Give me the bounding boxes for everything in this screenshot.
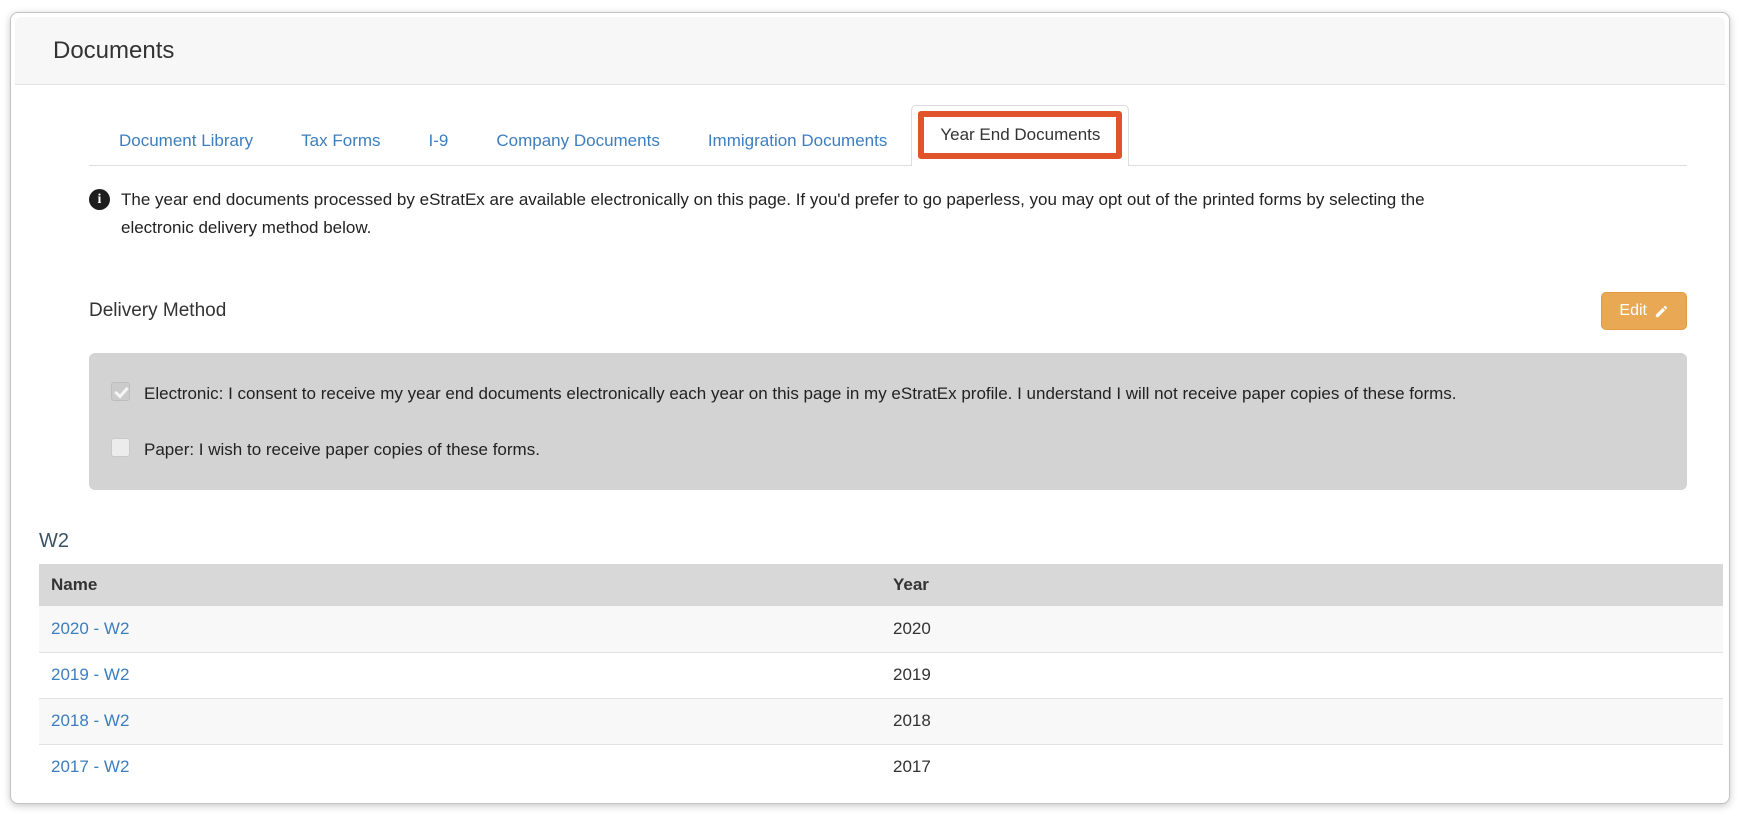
panel-header: Documents <box>15 17 1725 85</box>
tab-label: Tax Forms <box>301 131 380 150</box>
electronic-option: Electronic: I consent to receive my year… <box>111 379 1665 408</box>
tab-immigration-documents[interactable]: Immigration Documents <box>684 117 912 165</box>
w2-document-link[interactable]: 2019 - W2 <box>51 665 129 684</box>
annotation-highlight-box: Year End Documents <box>918 111 1122 159</box>
tab-label: Company Documents <box>496 131 659 150</box>
edit-button-label: Edit <box>1619 302 1647 320</box>
page-title: Documents <box>53 37 174 65</box>
paper-option: Paper: I wish to receive paper copies of… <box>111 435 1665 464</box>
edit-pencil-icon <box>1654 304 1669 319</box>
tab-label: I-9 <box>429 131 449 150</box>
column-header-year: Year <box>881 564 1723 606</box>
info-text: The year end documents processed by eStr… <box>121 186 1466 242</box>
tab-year-end-documents[interactable]: Year End Documents <box>911 105 1129 166</box>
w2-year-cell: 2019 <box>881 652 1723 698</box>
column-header-name: Name <box>39 564 881 606</box>
w2-year-cell: 2017 <box>881 744 1723 790</box>
table-header-row: Name Year <box>39 564 1723 606</box>
paper-checkbox[interactable] <box>111 438 130 457</box>
tab-bar: Document Library Tax Forms I-9 Company D… <box>89 105 1687 166</box>
tab-company-documents[interactable]: Company Documents <box>472 117 683 165</box>
table-row: 2017 - W2 2017 <box>39 744 1723 790</box>
w2-year-cell: 2018 <box>881 698 1723 744</box>
tab-document-library[interactable]: Document Library <box>95 117 277 165</box>
table-row: 2019 - W2 2019 <box>39 652 1723 698</box>
w2-year-cell: 2020 <box>881 606 1723 652</box>
paper-option-label: Paper: I wish to receive paper copies of… <box>144 435 540 464</box>
tab-label: Immigration Documents <box>708 131 888 150</box>
w2-document-link[interactable]: 2018 - W2 <box>51 711 129 730</box>
delivery-method-row: Delivery Method Edit <box>89 292 1687 330</box>
w2-table: Name Year 2020 - W2 2020 2019 - W2 2019 … <box>39 564 1723 790</box>
w2-document-link[interactable]: 2017 - W2 <box>51 757 129 776</box>
electronic-option-label: Electronic: I consent to receive my year… <box>144 379 1457 408</box>
documents-panel: Documents Document Library Tax Forms I-9… <box>10 12 1730 804</box>
table-row: 2020 - W2 2020 <box>39 606 1723 652</box>
w2-document-link[interactable]: 2020 - W2 <box>51 619 129 638</box>
delivery-consent-panel: Electronic: I consent to receive my year… <box>89 353 1687 490</box>
tab-label: Year End Documents <box>940 125 1100 144</box>
tab-i9[interactable]: I-9 <box>405 117 473 165</box>
electronic-checkbox[interactable] <box>111 382 130 401</box>
info-banner: i The year end documents processed by eS… <box>89 186 1687 242</box>
w2-section-heading: W2 <box>39 530 1711 553</box>
delivery-method-heading: Delivery Method <box>89 300 226 322</box>
tab-tax-forms[interactable]: Tax Forms <box>277 117 404 165</box>
tab-label: Document Library <box>119 131 253 150</box>
edit-button[interactable]: Edit <box>1601 292 1687 330</box>
table-row: 2018 - W2 2018 <box>39 698 1723 744</box>
info-icon: i <box>89 189 110 210</box>
